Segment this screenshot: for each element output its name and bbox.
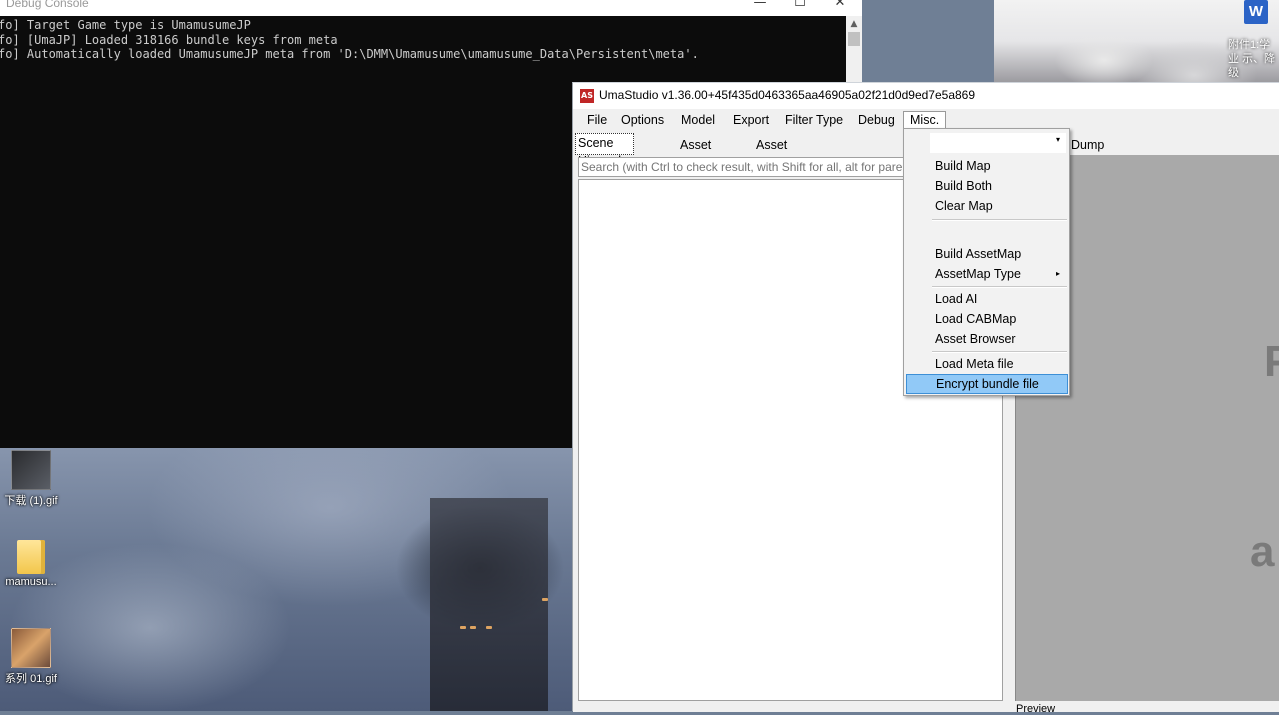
desktop-icon-folder[interactable]: mamusu... (0, 540, 62, 588)
menu-export[interactable]: Export (727, 111, 775, 129)
desktop-icon-label: 系列 01.gif (5, 673, 57, 685)
scrollbar-thumb[interactable] (848, 32, 860, 46)
app-icon: AS (580, 89, 594, 103)
menu-item-label: AssetMap Type (935, 267, 1021, 281)
search-input[interactable] (579, 158, 911, 176)
desktop-icon-label: mamusu... (5, 576, 57, 588)
search-input-container (578, 157, 911, 177)
minimize-button[interactable]: — (740, 0, 780, 13)
misc-dropdown-menu: ▾ Build Map Build Both Clear Map Build A… (903, 128, 1070, 396)
menu-bar: File Options Model Export Filter Type De… (573, 109, 1279, 130)
console-titlebar[interactable]: Debug Console — ☐ ✕ (0, 0, 862, 16)
menu-options[interactable]: Options (615, 111, 670, 129)
menu-separator (932, 351, 1067, 353)
desktop-icon-gif-2[interactable]: 系列 01.gif (0, 628, 62, 686)
menu-item-encrypt-bundle-file[interactable]: Encrypt bundle file (906, 374, 1068, 394)
preview-text: P (1264, 337, 1279, 386)
wallpaper-building (430, 498, 548, 711)
console-line: fo] Automatically loaded UmamusumeJP met… (0, 47, 699, 61)
menu-item-load-cabmap[interactable]: Load CABMap (906, 309, 1068, 329)
close-button[interactable]: ✕ (820, 0, 860, 13)
menu-item-build-both[interactable]: Build Both (906, 176, 1068, 196)
umastudio-titlebar[interactable]: AS UmaStudio v1.36.00+45f435d0463365aa46… (573, 83, 1279, 109)
menu-item-load-ai[interactable]: Load AI (906, 289, 1068, 309)
menu-item-clear-map[interactable]: Clear Map (906, 196, 1068, 216)
desktop-icon-gif-1[interactable]: 下载 (1).gif (0, 450, 62, 508)
word-document-label[interactable]: 附件1:学业 示、降级 (1228, 38, 1279, 80)
menu-model[interactable]: Model (675, 111, 721, 129)
chevron-down-icon: ▾ (1055, 135, 1060, 144)
menu-item-assetmap-type[interactable]: AssetMap Type ▸ (906, 264, 1068, 284)
status-strip (573, 701, 1279, 712)
menu-item-load-meta-file[interactable]: Load Meta file (906, 354, 1068, 374)
folder-icon (17, 540, 45, 574)
tab-scene-hierarchy[interactable]: Scene Hierarchy (575, 133, 635, 168)
desktop-wallpaper: 下载 (1).gif mamusu... 系列 01.gif (0, 448, 572, 711)
scroll-up-icon[interactable]: ▲ (846, 16, 862, 32)
menu-debug[interactable]: Debug (852, 111, 901, 129)
menu-item-build-assetmap[interactable]: Build AssetMap (906, 244, 1068, 264)
desktop-icon-label: 下载 (1).gif (4, 495, 58, 507)
menu-item-build-map[interactable]: Build Map (906, 156, 1068, 176)
menu-separator (932, 286, 1067, 288)
console-line: fo] Target Game type is UmamusumeJP (0, 18, 251, 32)
tab-asset-classes[interactable]: Asset Classes (747, 135, 809, 172)
preview-text: a (1250, 527, 1275, 576)
gif-thumbnail-icon (11, 450, 51, 490)
submenu-arrow-icon: ▸ (1055, 269, 1060, 278)
maximize-button[interactable]: ☐ (780, 0, 820, 13)
tab-dump[interactable]: Dump (1071, 135, 1104, 155)
menu-file[interactable]: File (581, 111, 613, 129)
word-document-icon[interactable]: W (1244, 0, 1268, 24)
map-type-combo[interactable]: ▾ (930, 133, 1066, 153)
menu-item-asset-browser[interactable]: Asset Browser (906, 329, 1068, 349)
gif-thumbnail-icon (11, 628, 51, 668)
preview-label: Preview (1016, 703, 1056, 715)
menu-filter-type[interactable]: Filter Type (779, 111, 849, 129)
menu-separator (932, 219, 1067, 221)
tab-asset-list[interactable]: Asset List (671, 135, 720, 172)
console-title: Debug Console (6, 0, 89, 10)
console-line: fo] [UmaJP] Loaded 318166 bundle keys fr… (0, 32, 338, 47)
window-title: UmaStudio v1.36.00+45f435d0463365aa46905… (599, 88, 976, 102)
